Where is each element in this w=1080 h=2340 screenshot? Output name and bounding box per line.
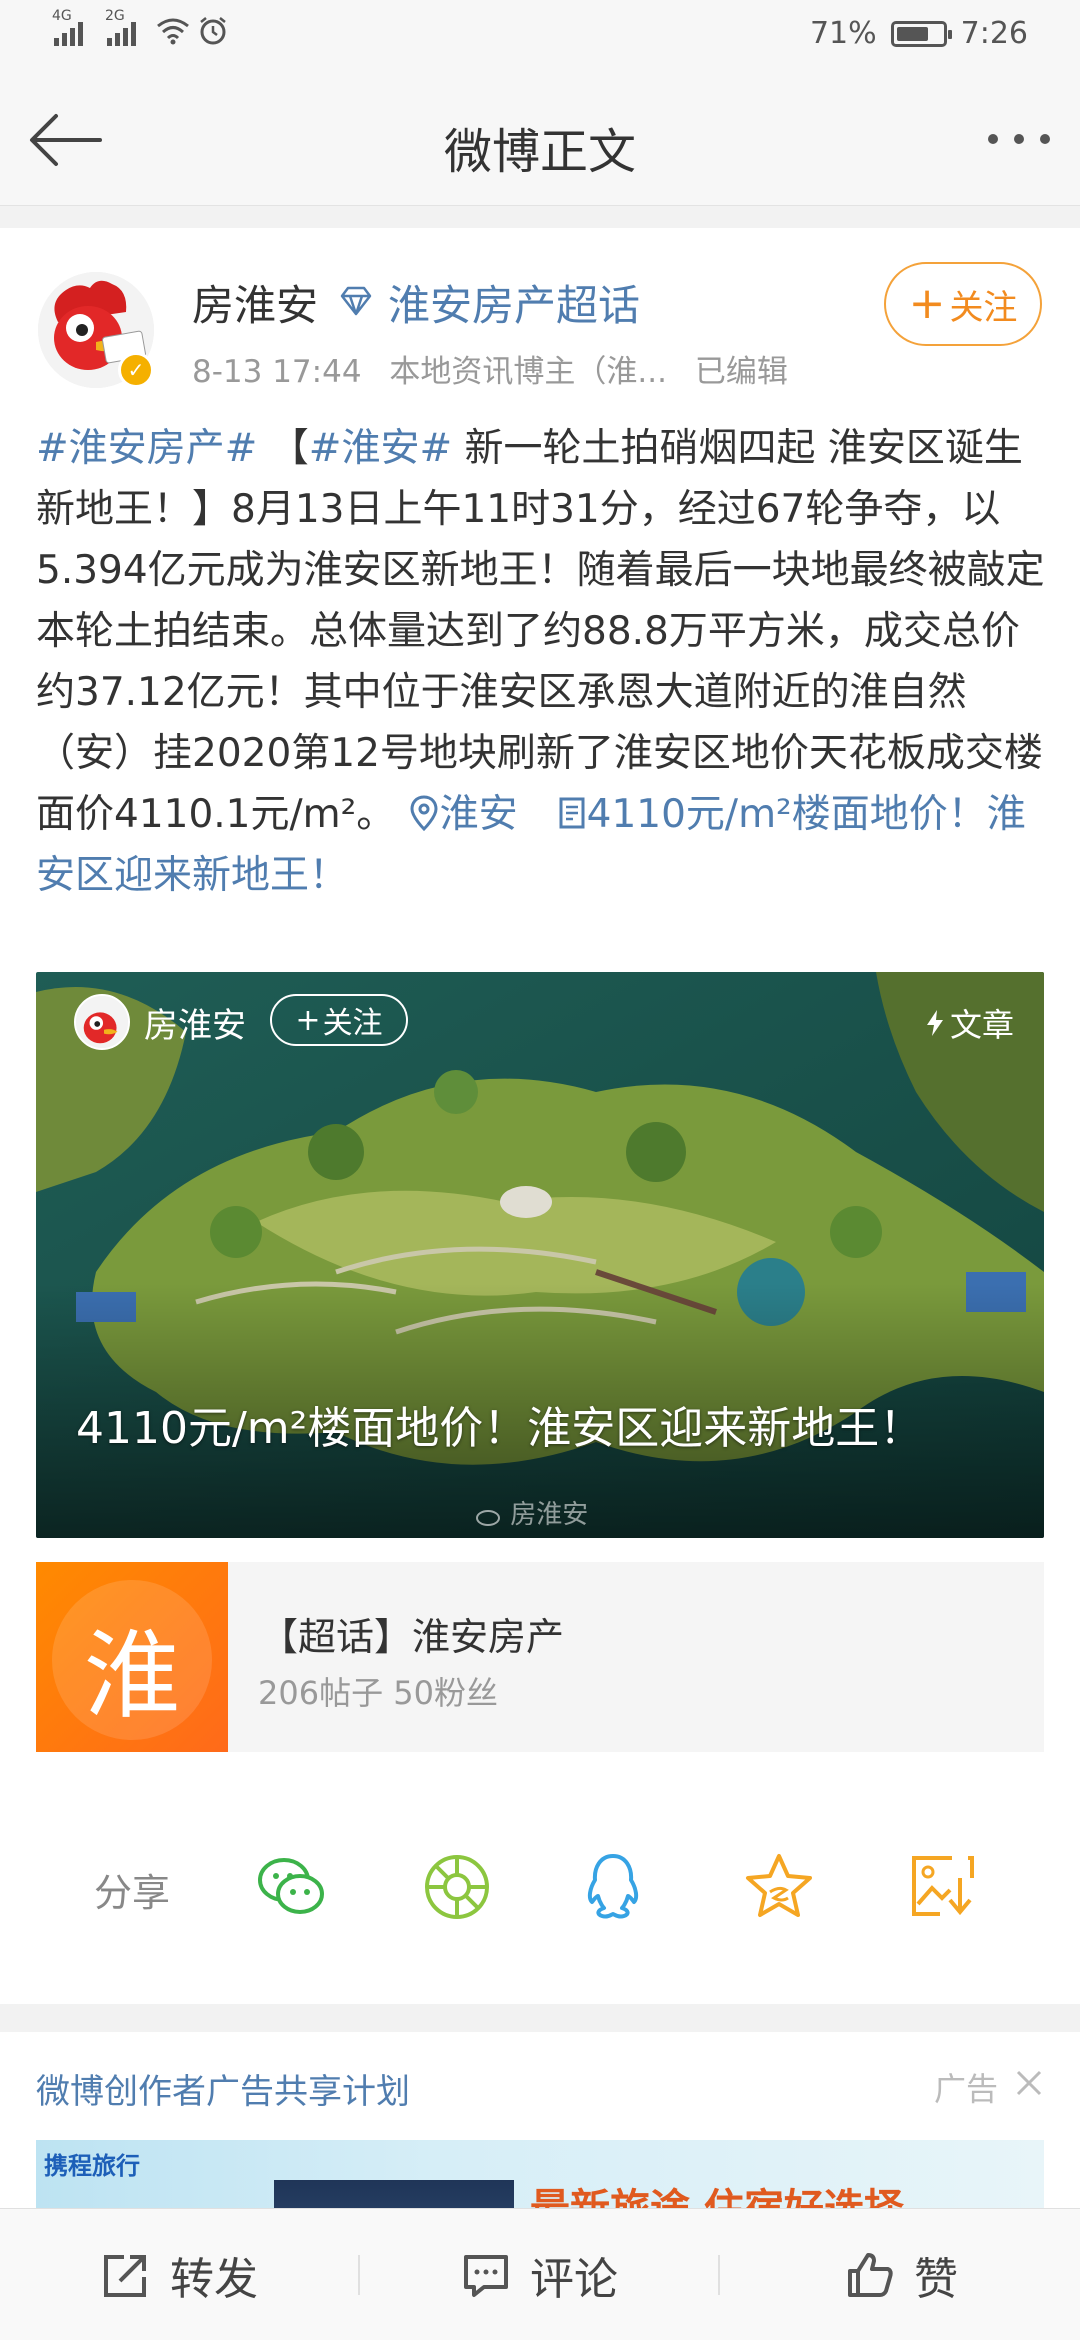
article-doc-icon [559,797,585,829]
repost-button[interactable]: 转发 [100,2209,258,2340]
follow-label: 关注 [949,287,1018,328]
page-title: 微博正文 [443,124,636,180]
wechat-icon[interactable] [252,1848,330,1926]
battery-percent: 71% [809,16,877,51]
verified-badge-icon: ✓ [118,352,154,388]
post-body: 新一轮土拍硝烟四起 淮安区诞生新地王！】8月13日上午11时31分，经过67轮争… [36,426,1045,837]
post-meta: 8-13 17:44 本地资讯博主（淮... 已编辑 [192,346,806,391]
close-icon[interactable] [1014,2068,1044,2098]
topic-title: 【超话】淮安房产 [260,1615,565,1659]
weibo-logo-icon [476,1510,500,1526]
more-options-icon[interactable] [988,134,1050,144]
save-image-icon[interactable] [904,1848,982,1926]
qq-icon[interactable] [574,1848,652,1926]
comment-label: 评论 [530,2254,618,2305]
nav-bar: 微博正文 [0,72,1080,206]
watermark-text: 房淮安 [510,1500,589,1530]
favorite-star-icon[interactable] [740,1848,818,1926]
location-label: 淮安 [439,792,518,837]
share-label: 分享 [94,1871,171,1915]
super-topic-card[interactable]: 淮 【超话】淮安房产 206帖子 50粉丝 [36,1562,1044,1752]
hashtag-link[interactable]: #淮安房产# [36,426,257,471]
post-text-bracket: 【 [257,426,309,471]
edited-label[interactable]: 已编辑 [695,354,788,390]
topic-thumbnail: 淮 [36,1562,228,1752]
like-button[interactable]: 赞 [844,2209,958,2340]
plus-icon: + [295,1002,321,1038]
signal-icon-1: 4G [52,8,83,46]
topic-stats: 206帖子 50粉丝 [258,1674,498,1712]
location-link[interactable]: 淮安 [408,792,518,837]
hashtag-link[interactable]: #淮安# [309,426,452,471]
ad-brand: 携程旅行 [44,2152,140,2180]
comment-button[interactable]: 评论 [460,2209,618,2340]
clock: 7:26 [960,16,1028,51]
network-type-1: 4G [52,8,72,24]
topic-thumb-char: 淮 [84,1620,180,1732]
article-tag-label: 文章 [949,1006,1014,1044]
ad-title[interactable]: 微博创作者广告共享计划 [36,2064,410,2113]
network-type-2: 2G [105,8,125,24]
article-card[interactable]: 房淮安 + 关注 文章 4110元/m²楼面地价！淮安区迎来新地王！ 房淮安 [36,972,1044,1538]
status-bar: 4G 2G 71% 7:26 [0,0,1080,72]
wifi-icon [157,18,189,45]
plus-icon: + [908,278,946,329]
post-text: #淮安房产# 【#淮安# 新一轮土拍硝烟四起 淮安区诞生新地王！】8月13日上午… [36,418,1046,906]
alarm-icon [200,17,226,45]
ad-label: 广告 [933,2070,998,2108]
article-title: 4110元/m²楼面地价！淮安区迎来新地王！ [76,1403,924,1454]
repost-label: 转发 [170,2254,258,2305]
bottom-action-bar: 转发 评论 赞 [0,2208,1080,2340]
follow-button[interactable]: + 关注 [884,262,1042,346]
article-author-avatar[interactable] [74,994,130,1050]
moments-icon[interactable] [418,1848,496,1926]
super-topic-link[interactable]: 淮安房产超话 [388,272,640,333]
repost-icon [104,2255,146,2297]
battery-icon [890,20,952,47]
post-card: ✓ 房淮安 淮安房产超话 8-13 17:44 本地资讯博主（淮... 已编辑 … [0,228,1080,2004]
signal-icon-2: 2G [105,8,136,46]
author-name[interactable]: 房淮安 [192,272,318,333]
image-watermark: 房淮安 [476,1494,588,1531]
share-row: 分享 [0,1844,1080,1934]
post-time: 8-13 17:44 [192,354,362,390]
article-tag: 文章 [924,1000,1014,1046]
location-pin-icon [410,795,438,832]
lightning-icon [926,1010,943,1036]
status-right: 71% 7:26 [810,16,1028,51]
signal-indicators: 4G 2G [52,8,228,46]
like-label: 赞 [914,2254,958,2305]
article-author-name[interactable]: 房淮安 [144,998,246,1047]
thumbs-up-icon [848,2253,893,2297]
comment-icon [464,2255,508,2297]
article-follow-label: 关注 [322,1006,383,1041]
diamond-icon [340,286,372,316]
post-source[interactable]: 本地资讯博主（淮... [389,354,667,390]
article-follow-button[interactable]: + 关注 [270,994,408,1046]
